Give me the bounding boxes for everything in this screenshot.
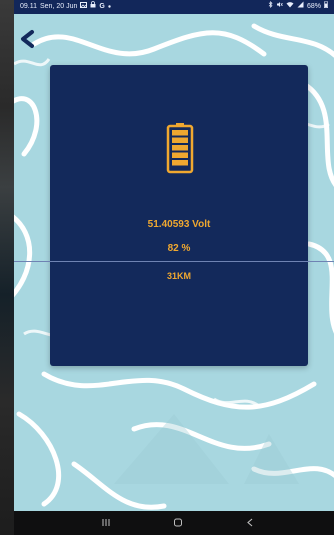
status-date: Sen, 20 Jun [40, 3, 78, 10]
home-icon [173, 514, 183, 532]
status-bar: 09.11 Sen, 20 Jun G 68% [14, 0, 334, 14]
google-icon: G [99, 3, 105, 10]
back-icon [246, 514, 254, 532]
background-window-edge [0, 0, 14, 535]
back-button[interactable] [14, 28, 40, 54]
voltage-value: 51.40593 Volt [147, 219, 211, 230]
remaining-distance: 31KM [166, 271, 191, 281]
mute-icon [276, 0, 283, 14]
dot-icon [108, 0, 111, 14]
status-battery-icon [324, 0, 329, 14]
battery-status-card: 51.40593 Volt 82 % 31KM [14, 65, 334, 366]
home-button[interactable] [158, 511, 198, 535]
wifi-icon [286, 0, 294, 14]
gallery-icon [80, 0, 88, 14]
nav-back-button[interactable] [230, 511, 270, 535]
navigation-bar [14, 511, 334, 535]
bluetooth-icon [268, 0, 273, 14]
battery-level-text: 68% [306, 3, 321, 10]
lock-icon [90, 0, 96, 14]
chevron-left-icon [18, 29, 36, 54]
battery-percentage: 82 % [167, 243, 191, 254]
battery-full-icon [166, 122, 194, 174]
status-right-group: 68% [268, 0, 329, 14]
status-time: 09.11 [20, 3, 37, 10]
status-left-group: 09.11 Sen, 20 Jun G [20, 0, 111, 14]
recents-icon [101, 514, 111, 532]
recents-button[interactable] [86, 511, 126, 535]
app-screen: 09.11 Sen, 20 Jun G 68% 51.40593 Volt 82… [14, 0, 334, 535]
signal-icon [297, 0, 304, 14]
divider-line [14, 261, 334, 262]
